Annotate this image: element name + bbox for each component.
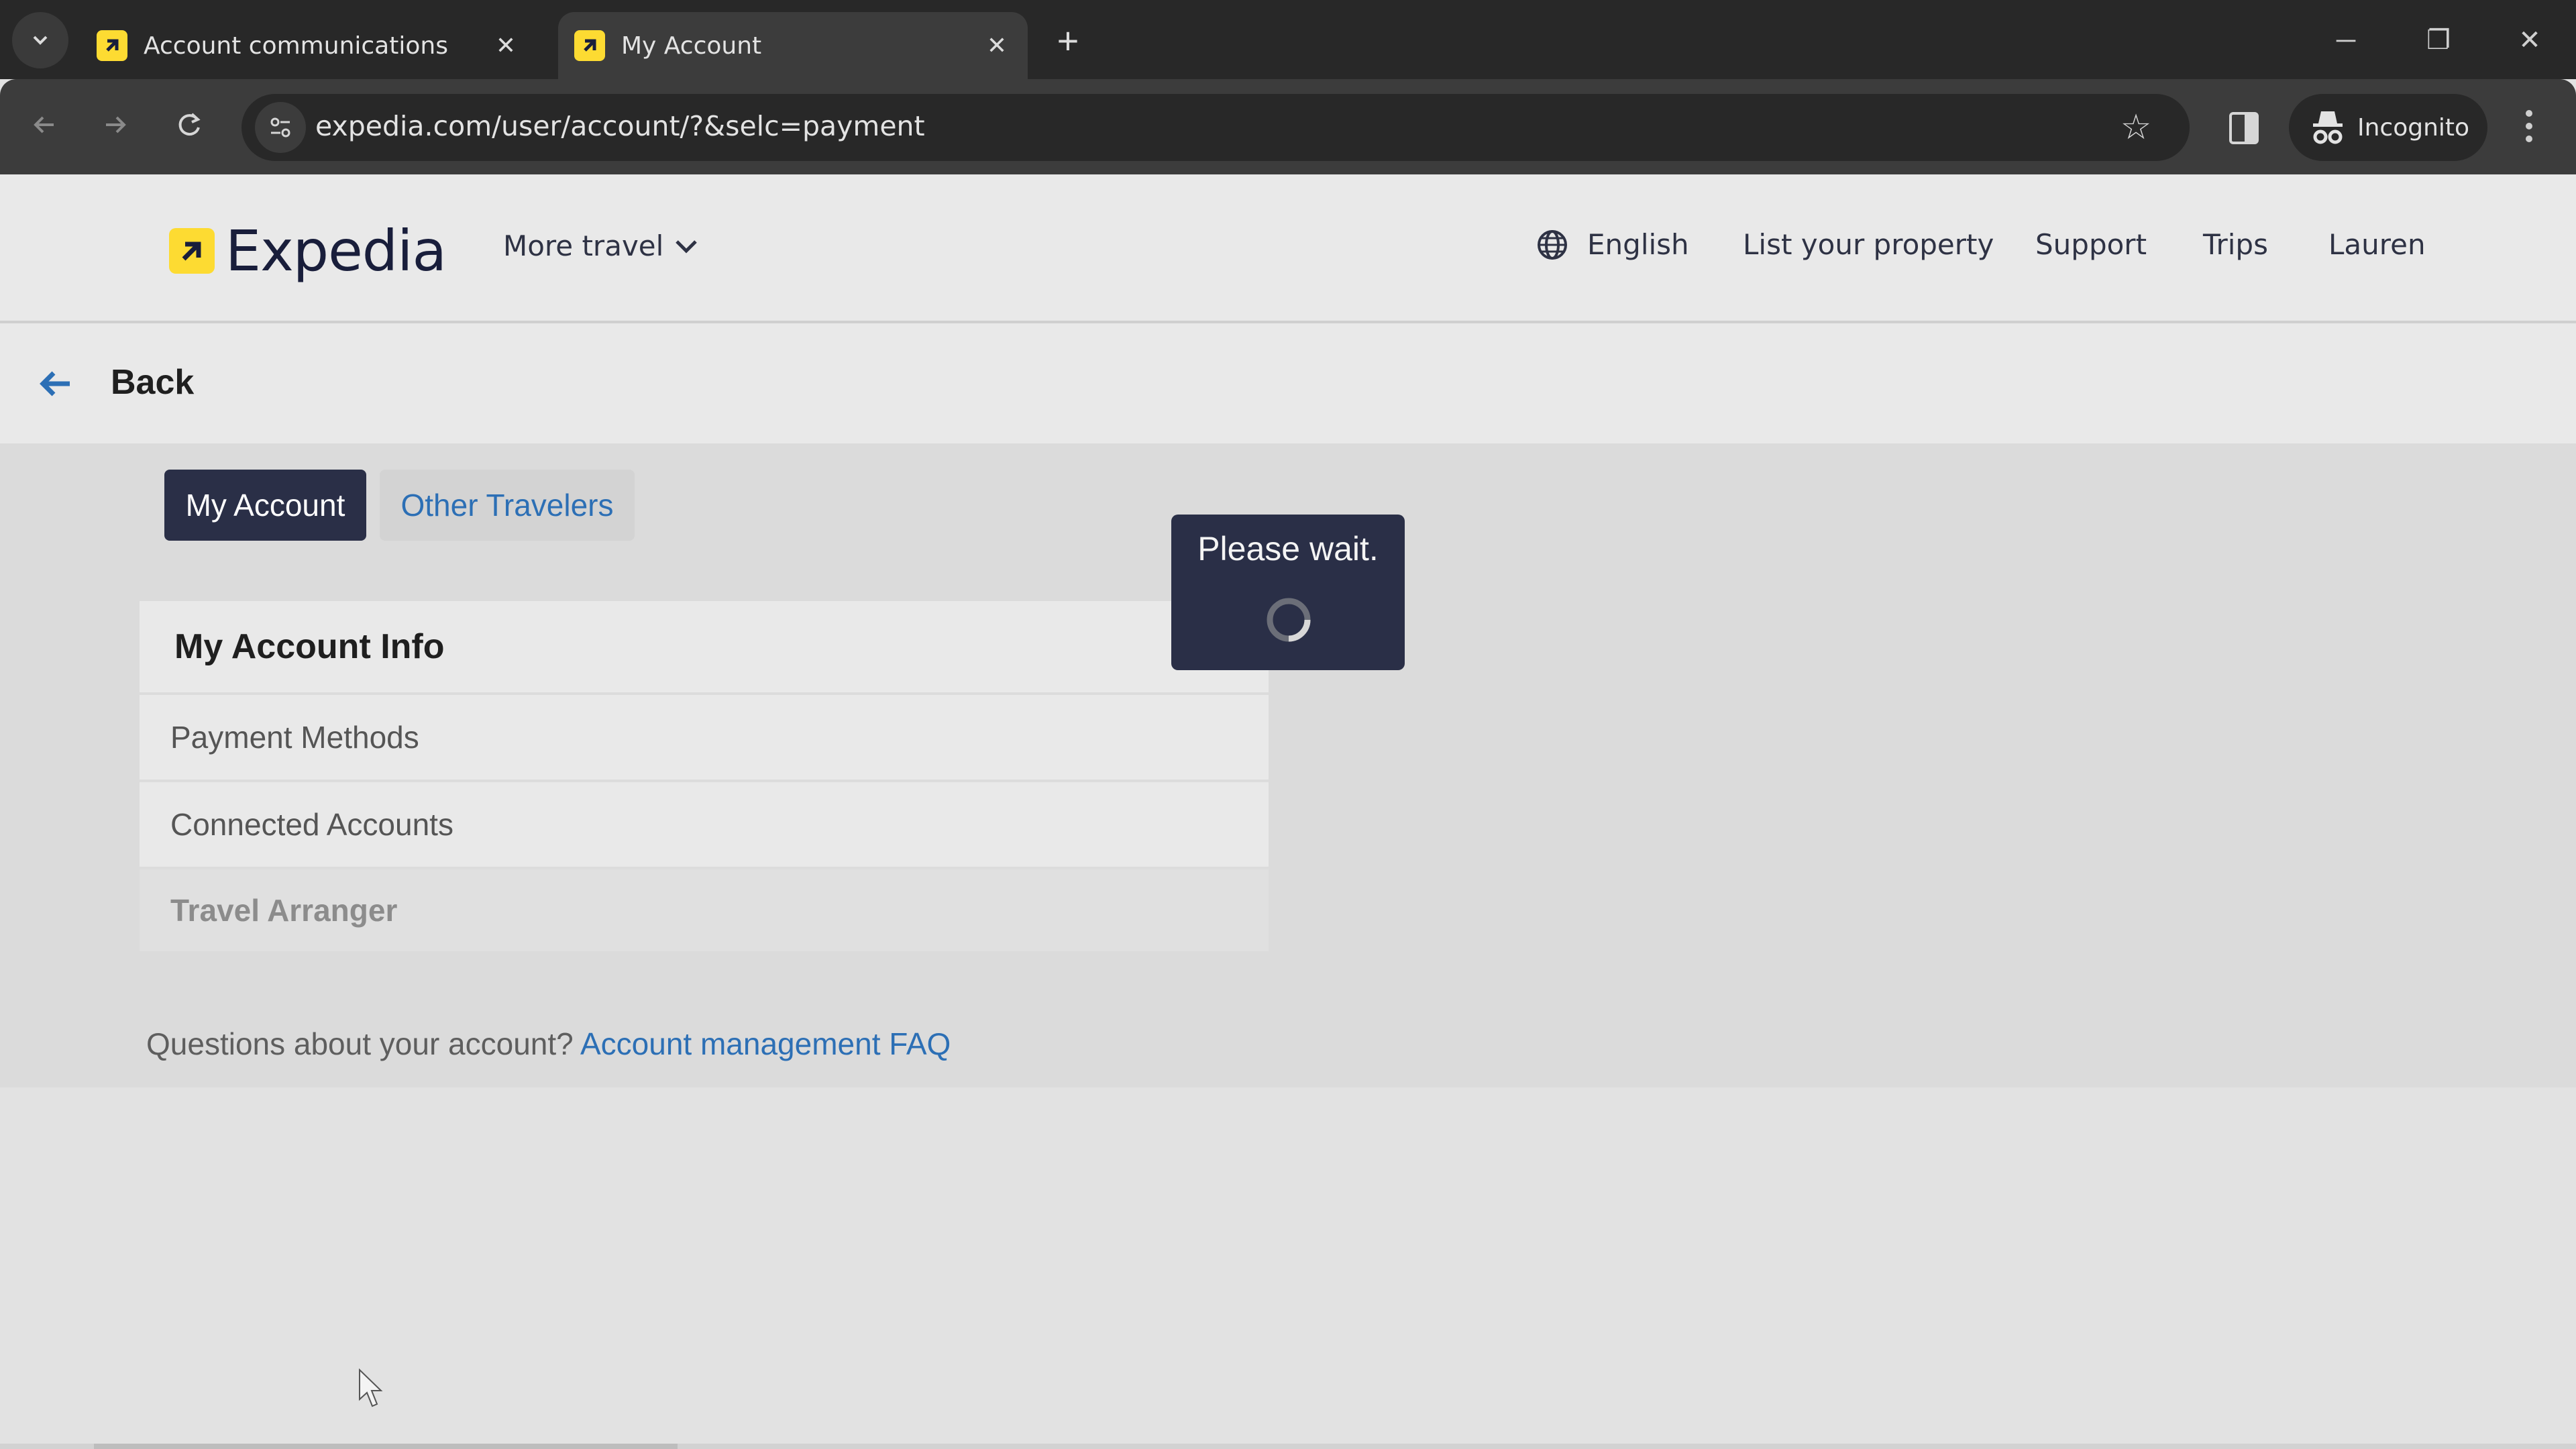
incognito-icon (2313, 111, 2343, 144)
list-your-property-link[interactable]: List your property (1743, 228, 1994, 261)
back-bar: Back (0, 323, 2576, 443)
trips-link[interactable]: Trips (2203, 228, 2268, 261)
faq-prefix: Questions about your account? (146, 1026, 574, 1061)
incognito-profile-button[interactable]: Incognito (2289, 94, 2487, 161)
menu-item-travel-arranger: Travel Arranger (140, 869, 1269, 951)
url-text[interactable]: expedia.com/user/account/?&selc=payment (315, 110, 925, 142)
restore-button[interactable]: ❐ (2408, 13, 2469, 67)
account-info-card: My Account Info Payment Methods Connecte… (140, 601, 1269, 951)
more-travel-label: More travel (503, 229, 664, 262)
menu-item-connected-accounts[interactable]: Connected Accounts (140, 782, 1269, 869)
close-window-button[interactable]: ✕ (2500, 13, 2560, 67)
chevron-down-icon (33, 36, 48, 45)
site-info-button[interactable] (255, 102, 306, 153)
back-nav-button[interactable] (17, 98, 71, 152)
tab-title: My Account (621, 32, 762, 60)
site-header: Expedia More travel English List your pr… (0, 174, 2576, 323)
side-panel-icon (2229, 112, 2259, 144)
more-travel-menu[interactable]: More travel (503, 229, 698, 262)
faq-line: Questions about your account? Account ma… (146, 1026, 951, 1062)
tab-my-account[interactable]: My Account (164, 470, 366, 541)
side-panel-button[interactable] (2217, 105, 2271, 152)
arrow-right-icon (106, 116, 126, 133)
browser-tab-my-account[interactable]: My Account ✕ (558, 12, 1028, 79)
card-title: My Account Info (140, 601, 1269, 695)
tab-title: Account communications (144, 32, 448, 60)
horizontal-scrollbar[interactable] (0, 1444, 2576, 1449)
language-selector[interactable]: English (1536, 228, 1689, 261)
loading-spinner-icon (1267, 598, 1311, 642)
account-menu-lauren[interactable]: Lauren (2328, 228, 2426, 261)
minimize-button[interactable]: ─ (2316, 13, 2376, 67)
tune-icon (270, 117, 290, 138)
forward-nav-button[interactable] (89, 98, 142, 152)
new-tab-button[interactable]: + (1046, 19, 1089, 62)
bookmark-star-icon[interactable]: ☆ (2112, 103, 2160, 152)
arrow-left-icon (34, 116, 54, 133)
reload-button[interactable] (162, 98, 216, 152)
account-management-faq-link[interactable]: Account management FAQ (580, 1026, 951, 1061)
close-tab-icon[interactable]: ✕ (983, 32, 1010, 60)
expedia-logo-icon (169, 228, 215, 274)
back-link[interactable]: Back (111, 362, 194, 402)
browser-tab-account-communications[interactable]: Account communications ✕ (80, 12, 537, 79)
close-tab-icon[interactable]: ✕ (492, 32, 519, 60)
scrollbar-thumb[interactable] (94, 1444, 678, 1449)
please-wait-modal: Please wait. (1171, 515, 1405, 670)
expedia-favicon-icon (97, 30, 127, 61)
support-link[interactable]: Support (2035, 228, 2147, 261)
menu-item-payment-methods[interactable]: Payment Methods (140, 695, 1269, 782)
chevron-down-icon (676, 239, 698, 254)
language-label: English (1587, 228, 1689, 261)
mouse-cursor-icon (359, 1368, 383, 1407)
globe-icon (1538, 229, 1567, 260)
address-bar[interactable]: expedia.com/user/account/?&selc=payment … (241, 94, 2190, 161)
expedia-favicon-icon (574, 30, 605, 61)
brand-name: Expedia (225, 218, 447, 284)
tab-search-button[interactable] (12, 12, 68, 68)
expedia-logo[interactable]: Expedia (169, 218, 447, 284)
browser-toolbar: expedia.com/user/account/?&selc=payment … (0, 79, 2576, 174)
tab-other-travelers[interactable]: Other Travelers (380, 470, 635, 541)
arrow-left-icon[interactable] (35, 364, 75, 404)
browser-menu-button[interactable] (2509, 99, 2549, 153)
please-wait-text: Please wait. (1197, 530, 1379, 568)
reload-icon (178, 113, 201, 136)
browser-tab-strip: Account communications ✕ My Account ✕ + … (0, 0, 2576, 79)
incognito-label: Incognito (2357, 113, 2470, 142)
